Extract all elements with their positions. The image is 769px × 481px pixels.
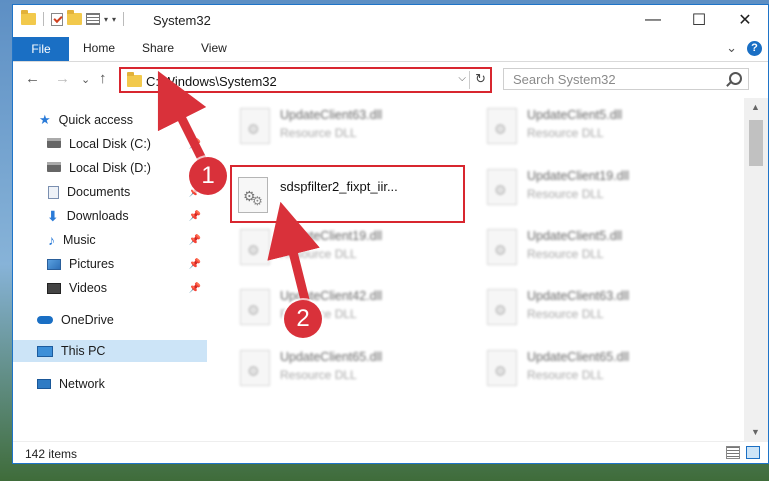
- arrow-to-file: [267, 201, 320, 305]
- annotation-arrows: [157, 70, 320, 305]
- step-1-badge: 1: [189, 157, 227, 195]
- arrow-to-address-bar: [157, 70, 210, 170]
- step-2-badge: 2: [284, 300, 322, 338]
